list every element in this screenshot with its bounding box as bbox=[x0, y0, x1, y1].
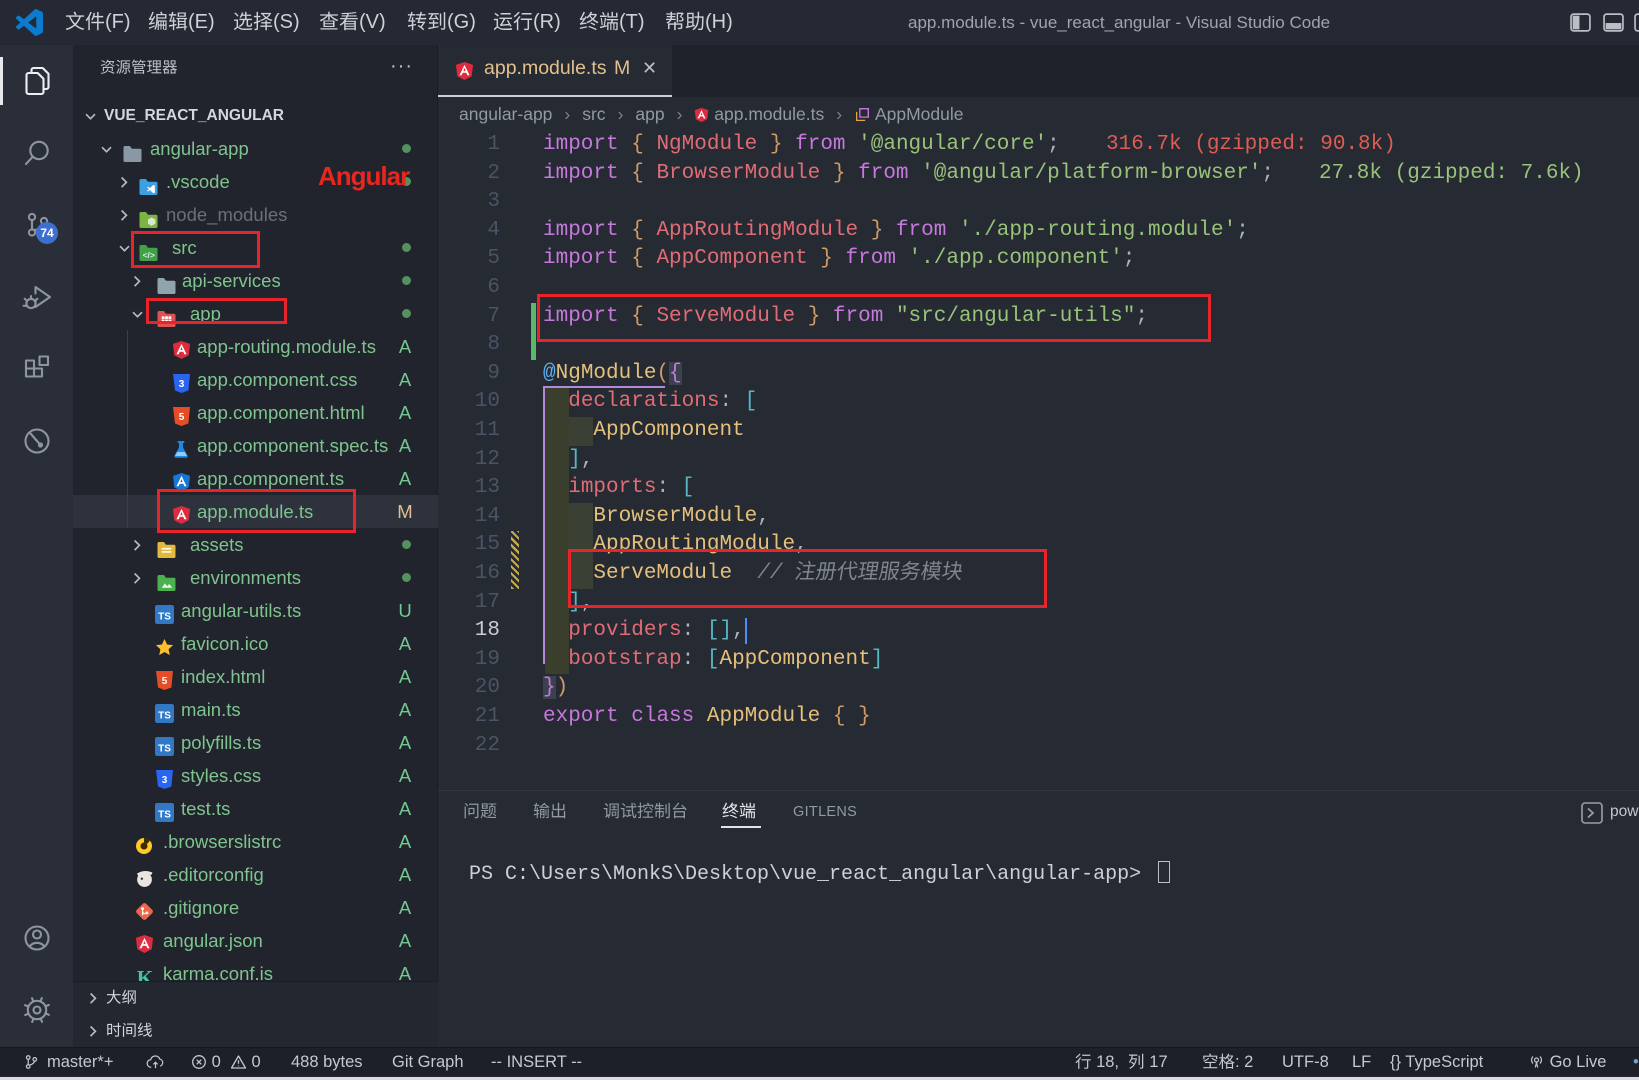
svg-text:3: 3 bbox=[179, 379, 185, 390]
svg-text:TS: TS bbox=[158, 743, 171, 754]
svg-text:3: 3 bbox=[162, 775, 168, 786]
svg-text:TS: TS bbox=[158, 710, 171, 721]
svg-text:5: 5 bbox=[179, 412, 185, 423]
svg-text:5: 5 bbox=[162, 676, 168, 687]
svg-text:TS: TS bbox=[158, 611, 171, 622]
svg-text:TS: TS bbox=[158, 809, 171, 820]
